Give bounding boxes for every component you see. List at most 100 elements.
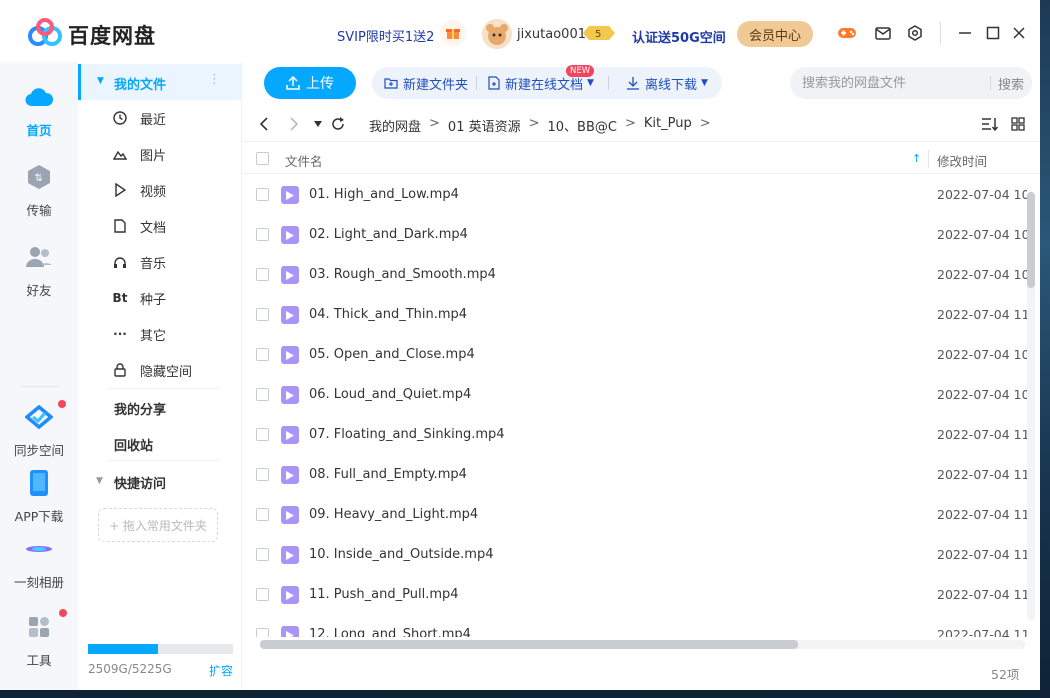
back-icon[interactable] [254, 114, 274, 134]
table-row[interactable]: 01. High_and_Low.mp4 2022-07-04 10: [242, 175, 1027, 215]
table-row[interactable]: 12. Long_and_Short.mp4 2022-07-04 11: [242, 615, 1027, 637]
file-name[interactable]: 06. Loud_and_Quiet.mp4 [309, 387, 471, 402]
row-checkbox[interactable] [256, 628, 269, 637]
search-input[interactable] [802, 67, 982, 99]
maximize-icon[interactable] [982, 22, 1004, 44]
column-header-name[interactable]: 文件名 [285, 151, 323, 170]
username[interactable]: jixutao001 [517, 27, 586, 42]
rail-item-friends[interactable]: 好友 [0, 242, 78, 299]
breadcrumb-item[interactable]: Kit_Pup [644, 116, 692, 135]
settings-icon[interactable] [904, 22, 926, 44]
row-checkbox[interactable] [256, 508, 269, 521]
breadcrumb-item[interactable]: 10、BB@C [548, 116, 617, 135]
row-checkbox[interactable] [256, 428, 269, 441]
table-row[interactable]: 03. Rough_and_Smooth.mp4 2022-07-04 10: [242, 255, 1027, 295]
table-row[interactable]: 08. Full_and_Empty.mp4 2022-07-04 11: [242, 455, 1027, 495]
select-all-checkbox[interactable] [256, 152, 269, 165]
forward-icon[interactable] [284, 114, 304, 134]
search-button[interactable]: 搜索 [998, 67, 1024, 99]
caret-down-icon[interactable]: ▼ [97, 76, 104, 86]
rail-item-sync-space[interactable]: 同步空间 [0, 402, 78, 459]
column-separator[interactable] [928, 150, 929, 168]
refresh-icon[interactable] [328, 114, 348, 134]
table-row[interactable]: 05. Open_and_Close.mp4 2022-07-04 10: [242, 335, 1027, 375]
row-checkbox[interactable] [256, 268, 269, 281]
table-row[interactable]: 11. Push_and_Pull.mp4 2022-07-04 11: [242, 575, 1027, 615]
rail-item-album[interactable]: 一刻相册 [0, 534, 78, 591]
drag-folder-dropzone[interactable]: + 拖入常用文件夹 [98, 508, 218, 542]
file-name[interactable]: 04. Thick_and_Thin.mp4 [309, 307, 467, 322]
expand-storage-link[interactable]: 扩容 [209, 662, 233, 679]
file-name[interactable]: 08. Full_and_Empty.mp4 [309, 467, 467, 482]
caret-down-icon[interactable]: ▼ [96, 476, 103, 486]
svip-promo-link[interactable]: SVIP限时买1送2 [337, 26, 434, 45]
upload-icon [286, 76, 300, 90]
file-name[interactable]: 02. Light_and_Dark.mp4 [309, 227, 468, 242]
rail-item-home[interactable]: 首页 [0, 82, 78, 139]
file-name[interactable]: 07. Floating_and_Sinking.mp4 [309, 427, 505, 442]
sidebar-item-quick-access[interactable]: ▼ 快捷访问 [78, 464, 242, 500]
vertical-scrollbar-thumb[interactable] [1027, 192, 1035, 288]
row-checkbox[interactable] [256, 468, 269, 481]
row-checkbox[interactable] [256, 388, 269, 401]
file-name[interactable]: 09. Heavy_and_Light.mp4 [309, 507, 478, 522]
rail-item-app-download[interactable]: APP下载 [0, 468, 78, 525]
table-row[interactable]: 04. Thick_and_Thin.mp4 2022-07-04 11: [242, 295, 1027, 335]
file-name[interactable]: 11. Push_and_Pull.mp4 [309, 587, 459, 602]
table-row[interactable]: 07. Floating_and_Sinking.mp4 2022-07-04 1… [242, 415, 1027, 455]
table-row[interactable]: 09. Heavy_and_Light.mp4 2022-07-04 11: [242, 495, 1027, 535]
member-center-button[interactable]: 会员中心 [737, 21, 813, 47]
minimize-icon[interactable] [954, 22, 976, 44]
horizontal-scrollbar-thumb[interactable] [260, 640, 798, 649]
table-row[interactable]: 06. Loud_and_Quiet.mp4 2022-07-04 10: [242, 375, 1027, 415]
sidebar-item-others[interactable]: ··· 其它 [78, 316, 242, 352]
sidebar-item-recycle-bin[interactable]: 回收站 [78, 426, 242, 462]
sidebar-item-my-files[interactable]: ▼ 我的文件 ⋮ [78, 64, 242, 100]
rail-item-transfer[interactable]: ⇅ 传输 [0, 162, 78, 219]
row-checkbox[interactable] [256, 188, 269, 201]
rail-item-tools[interactable]: 工具 [0, 612, 78, 669]
gamepad-icon[interactable] [836, 22, 858, 44]
file-name[interactable]: 10. Inside_and_Outside.mp4 [309, 547, 494, 562]
new-folder-button[interactable]: 新建文件夹 [384, 67, 468, 99]
sidebar-item-recent[interactable]: 最近 [78, 100, 242, 136]
sidebar-item-documents[interactable]: 文档 [78, 208, 242, 244]
phone-icon [24, 468, 54, 498]
column-header-time[interactable]: 修改时间 [937, 151, 987, 170]
grid-view-icon[interactable] [1008, 114, 1028, 134]
sidebar-item-music[interactable]: 音乐 [78, 244, 242, 280]
offline-download-button[interactable]: 离线下载 ▼ [626, 67, 708, 99]
close-icon[interactable] [1008, 22, 1030, 44]
row-checkbox[interactable] [256, 228, 269, 241]
sort-ascending-icon[interactable]: ↑ [912, 152, 921, 165]
table-row[interactable]: 10. Inside_and_Outside.mp4 2022-07-04 11: [242, 535, 1027, 575]
file-name[interactable]: 03. Rough_and_Smooth.mp4 [309, 267, 496, 282]
row-checkbox[interactable] [256, 588, 269, 601]
sidebar-item-my-share[interactable]: 我的分享 [78, 390, 242, 426]
more-vertical-icon[interactable]: ⋮ [208, 72, 221, 87]
breadcrumb-item[interactable]: 01 英语资源 [448, 116, 521, 135]
vertical-scrollbar[interactable] [1027, 192, 1035, 620]
horizontal-scrollbar[interactable] [260, 640, 1025, 649]
file-name[interactable]: 05. Open_and_Close.mp4 [309, 347, 475, 362]
sidebar-item-hidden-space[interactable]: 隐藏空间 [78, 352, 242, 388]
sidebar-item-torrents[interactable]: Bt 种子 [78, 280, 242, 316]
upload-button[interactable]: 上传 [264, 67, 356, 99]
sidebar-item-videos[interactable]: 视频 [78, 172, 242, 208]
breadcrumb-item[interactable]: 我的网盘 [369, 116, 421, 135]
file-name[interactable]: 12. Long_and_Short.mp4 [309, 627, 471, 637]
file-name[interactable]: 01. High_and_Low.mp4 [309, 187, 459, 202]
row-checkbox[interactable] [256, 308, 269, 321]
gift-icon[interactable] [440, 20, 466, 46]
verify-promo-link[interactable]: 认证送50G空间 [632, 27, 726, 46]
sidebar-item-images[interactable]: 图片 [78, 136, 242, 172]
history-dropdown-icon[interactable] [308, 114, 328, 134]
row-checkbox[interactable] [256, 548, 269, 561]
table-row[interactable]: 02. Light_and_Dark.mp4 2022-07-04 10: [242, 215, 1027, 255]
tools-icon [24, 612, 54, 642]
avatar[interactable] [482, 19, 512, 49]
row-checkbox[interactable] [256, 348, 269, 361]
sidebar-item-label: 图片 [140, 148, 167, 164]
mail-icon[interactable] [872, 22, 894, 44]
sort-icon[interactable] [980, 114, 1000, 134]
